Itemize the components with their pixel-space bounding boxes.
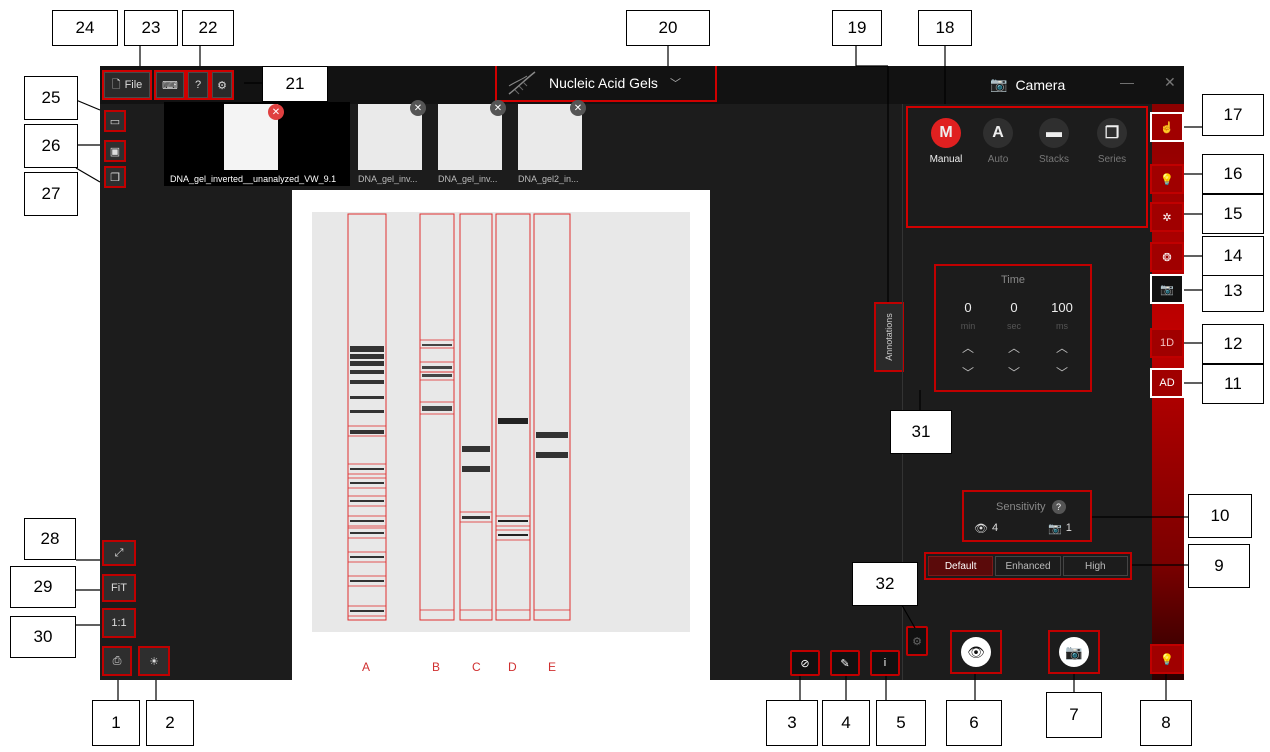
callout-label: 32 <box>852 562 918 606</box>
callout-label: 26 <box>24 124 78 168</box>
callout-label: 8 <box>1140 700 1192 746</box>
callout-label: 9 <box>1188 544 1250 588</box>
callout-label: 21 <box>262 66 328 102</box>
callout-label: 10 <box>1188 494 1252 538</box>
callout-label: 30 <box>10 616 76 658</box>
callout-label: 28 <box>24 518 76 560</box>
callout-label: 29 <box>10 566 76 608</box>
callout-label: 2 <box>146 700 194 746</box>
callout-label: 17 <box>1202 94 1264 136</box>
callout-label: 13 <box>1202 270 1264 312</box>
callout-label: 14 <box>1202 236 1264 276</box>
callout-label: 12 <box>1202 324 1264 364</box>
callout-label: 1 <box>92 700 140 746</box>
callout-label: 6 <box>946 700 1002 746</box>
callout-label: 24 <box>52 10 118 46</box>
callout-label: 4 <box>822 700 870 746</box>
callout-label: 7 <box>1046 692 1102 738</box>
callout-label: 3 <box>766 700 818 746</box>
callout-label: 20 <box>626 10 710 46</box>
annotated-screenshot: 🗋 File ⌨ ? ⚙ Nucleic Acid Gels ﹀ 📷 Camer… <box>0 0 1270 752</box>
callout-label: 25 <box>24 76 78 120</box>
callout-label: 16 <box>1202 154 1264 194</box>
callout-leader-lines <box>75 45 1202 700</box>
callout-label: 23 <box>124 10 178 46</box>
callout-label: 5 <box>876 700 926 746</box>
callout-label: 11 <box>1202 364 1264 404</box>
callout-label: 19 <box>832 10 882 46</box>
callout-label: 15 <box>1202 194 1264 234</box>
callout-label: 27 <box>24 172 78 216</box>
callout-label: 31 <box>890 410 952 454</box>
callout-label: 18 <box>918 10 972 46</box>
callout-label: 22 <box>182 10 234 46</box>
